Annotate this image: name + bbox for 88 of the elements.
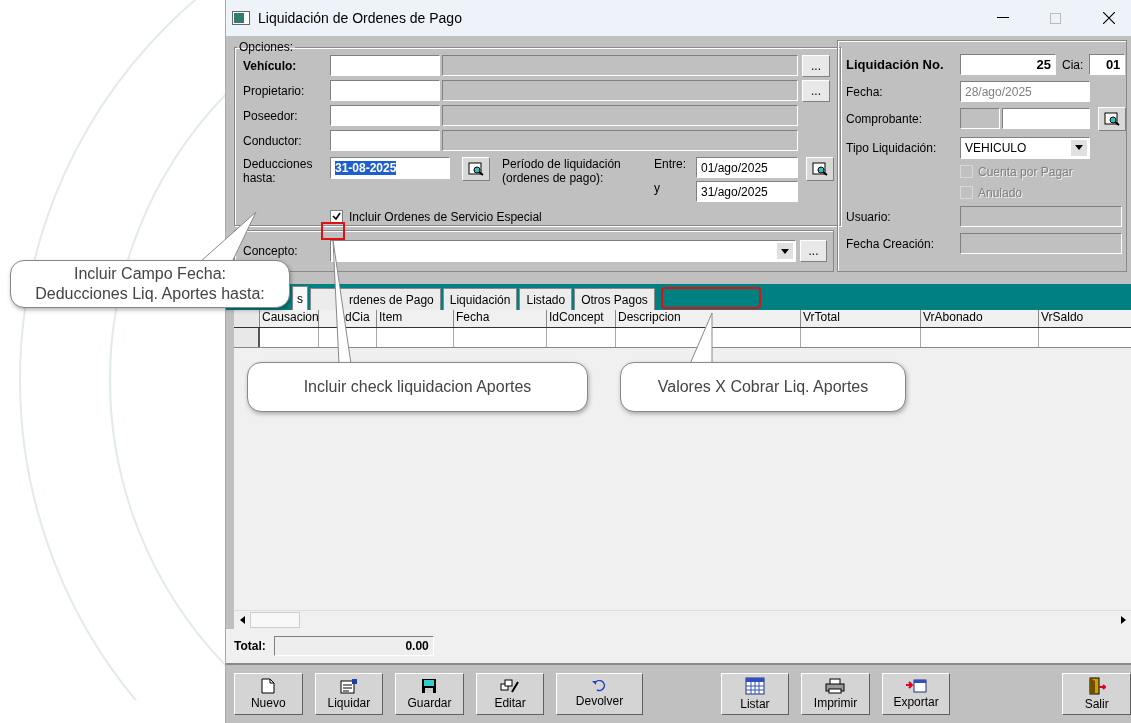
input-field[interactable] xyxy=(1002,108,1090,129)
readonly-field xyxy=(960,108,1000,129)
input-field[interactable] xyxy=(330,55,440,76)
scroll-left-icon[interactable] xyxy=(239,616,245,624)
edit-icon xyxy=(500,678,521,694)
export-icon xyxy=(905,679,928,693)
field-label: Conductor: xyxy=(243,133,303,148)
column-header[interactable]: VrAbonado xyxy=(921,310,1039,327)
checkbox-label: Incluir Ordenes de Servicio Especial xyxy=(349,209,542,224)
scroll-right-icon[interactable] xyxy=(1120,616,1126,624)
date-field[interactable]: 31-08-2025 xyxy=(330,157,450,179)
lookup-button[interactable] xyxy=(462,157,490,181)
search-icon xyxy=(1104,111,1120,126)
toolbar-button[interactable]: Listar xyxy=(720,673,790,715)
field-label: Poseedor: xyxy=(243,108,299,123)
to-label: y xyxy=(654,181,661,195)
checkbox-label: Anulado xyxy=(978,185,1023,200)
input-field[interactable] xyxy=(330,105,440,126)
printer-icon xyxy=(825,678,846,694)
group-label: Opciones: xyxy=(238,40,295,54)
window-icon xyxy=(232,11,250,25)
toolbar-button[interactable]: Nuevo xyxy=(234,673,303,715)
date-field[interactable]: 01/ago/2025 xyxy=(696,157,798,178)
close-icon[interactable] xyxy=(1102,12,1115,24)
field-label: Cia: xyxy=(1062,57,1084,72)
type-dropdown[interactable]: VEHICULO xyxy=(960,136,1090,159)
undo-arrow-icon xyxy=(591,680,608,692)
toolbar-button[interactable]: Guardar xyxy=(395,673,464,715)
table-cell xyxy=(260,328,319,347)
input-field[interactable] xyxy=(330,80,440,101)
search-icon xyxy=(812,162,828,176)
column-header[interactable]: Fecha xyxy=(454,310,547,327)
field-label: Liquidación No. xyxy=(846,57,945,72)
company-field[interactable]: 01 xyxy=(1089,54,1126,75)
tab[interactable]: s xyxy=(292,286,308,310)
toolbar-button[interactable]: Salir xyxy=(1062,673,1131,715)
field-label: Deducciones hasta: xyxy=(243,157,314,185)
tab[interactable]: Listado xyxy=(519,288,573,310)
callout-bubble: Incluir check liquidacion Aportes xyxy=(247,362,588,412)
column-header[interactable]: VrSaldo xyxy=(1039,310,1131,327)
column-header[interactable]: VrTotal xyxy=(801,310,921,327)
minimize-icon[interactable] xyxy=(996,17,1009,19)
from-label: Entre: xyxy=(654,157,687,171)
search-icon xyxy=(468,162,484,176)
field-label: Vehículo: xyxy=(243,58,298,73)
tab[interactable]: Otros Pagos xyxy=(574,288,655,310)
field-label: Fecha: xyxy=(846,84,884,99)
date-field: 28/ago/2025 xyxy=(960,81,1090,102)
lookup-button[interactable] xyxy=(806,157,834,181)
field-label: Concepto: xyxy=(243,244,299,258)
toolbar-button[interactable]: Exportar xyxy=(881,673,951,715)
dropdown-arrow-icon xyxy=(1075,145,1083,150)
column-header[interactable]: IdConcept xyxy=(547,310,616,327)
date-field[interactable]: 31/ago/2025 xyxy=(696,181,798,202)
tab[interactable]: rdenes de Pago xyxy=(310,288,441,310)
callout-bubble: Valores X Cobrar Liq. Aportes xyxy=(620,362,906,412)
field-label: Propietario: xyxy=(243,83,306,98)
toolbar-button[interactable]: Liquidar xyxy=(314,673,384,715)
form-icon xyxy=(339,678,358,694)
field-label: Fecha Creación: xyxy=(846,236,936,251)
lookup-button[interactable]: ... xyxy=(802,79,830,102)
window-title: Liquidación de Ordenes de Pago xyxy=(258,10,463,26)
highlight-box xyxy=(321,222,345,240)
toolbar-button[interactable]: Editar xyxy=(475,673,545,715)
period-label: Período de liquidación (ordenes de pago): xyxy=(502,157,622,185)
lookup-button[interactable] xyxy=(1098,106,1126,131)
total-label: Total: xyxy=(234,639,266,653)
column-header[interactable]: Causacion xyxy=(260,310,319,327)
number-field[interactable]: 25 xyxy=(960,54,1056,75)
column-header[interactable]: Item xyxy=(377,310,454,327)
field-label: Comprobante: xyxy=(846,111,924,126)
tab[interactable]: Liquidación xyxy=(442,288,518,310)
checkbox-label: Cuenta por Pagar xyxy=(978,164,1073,179)
toolbar-button[interactable]: Imprimir xyxy=(801,673,870,715)
horizontal-scrollbar[interactable] xyxy=(234,610,1131,629)
dropdown-arrow-icon xyxy=(781,248,789,254)
total-field: 0.00 xyxy=(273,636,434,656)
table-cell xyxy=(547,328,616,347)
field-label: Tipo Liquidación: xyxy=(846,140,938,155)
lookup-button[interactable]: ... xyxy=(802,54,830,77)
document-icon xyxy=(261,678,276,694)
scroll-thumb[interactable] xyxy=(250,612,300,628)
lookup-button[interactable]: ... xyxy=(800,240,827,262)
field-label: Usuario: xyxy=(846,209,892,224)
calendar-icon xyxy=(744,677,765,695)
input-field[interactable] xyxy=(330,130,440,151)
exit-door-icon xyxy=(1087,677,1106,695)
toolbar-button[interactable]: Devolver xyxy=(556,673,643,715)
